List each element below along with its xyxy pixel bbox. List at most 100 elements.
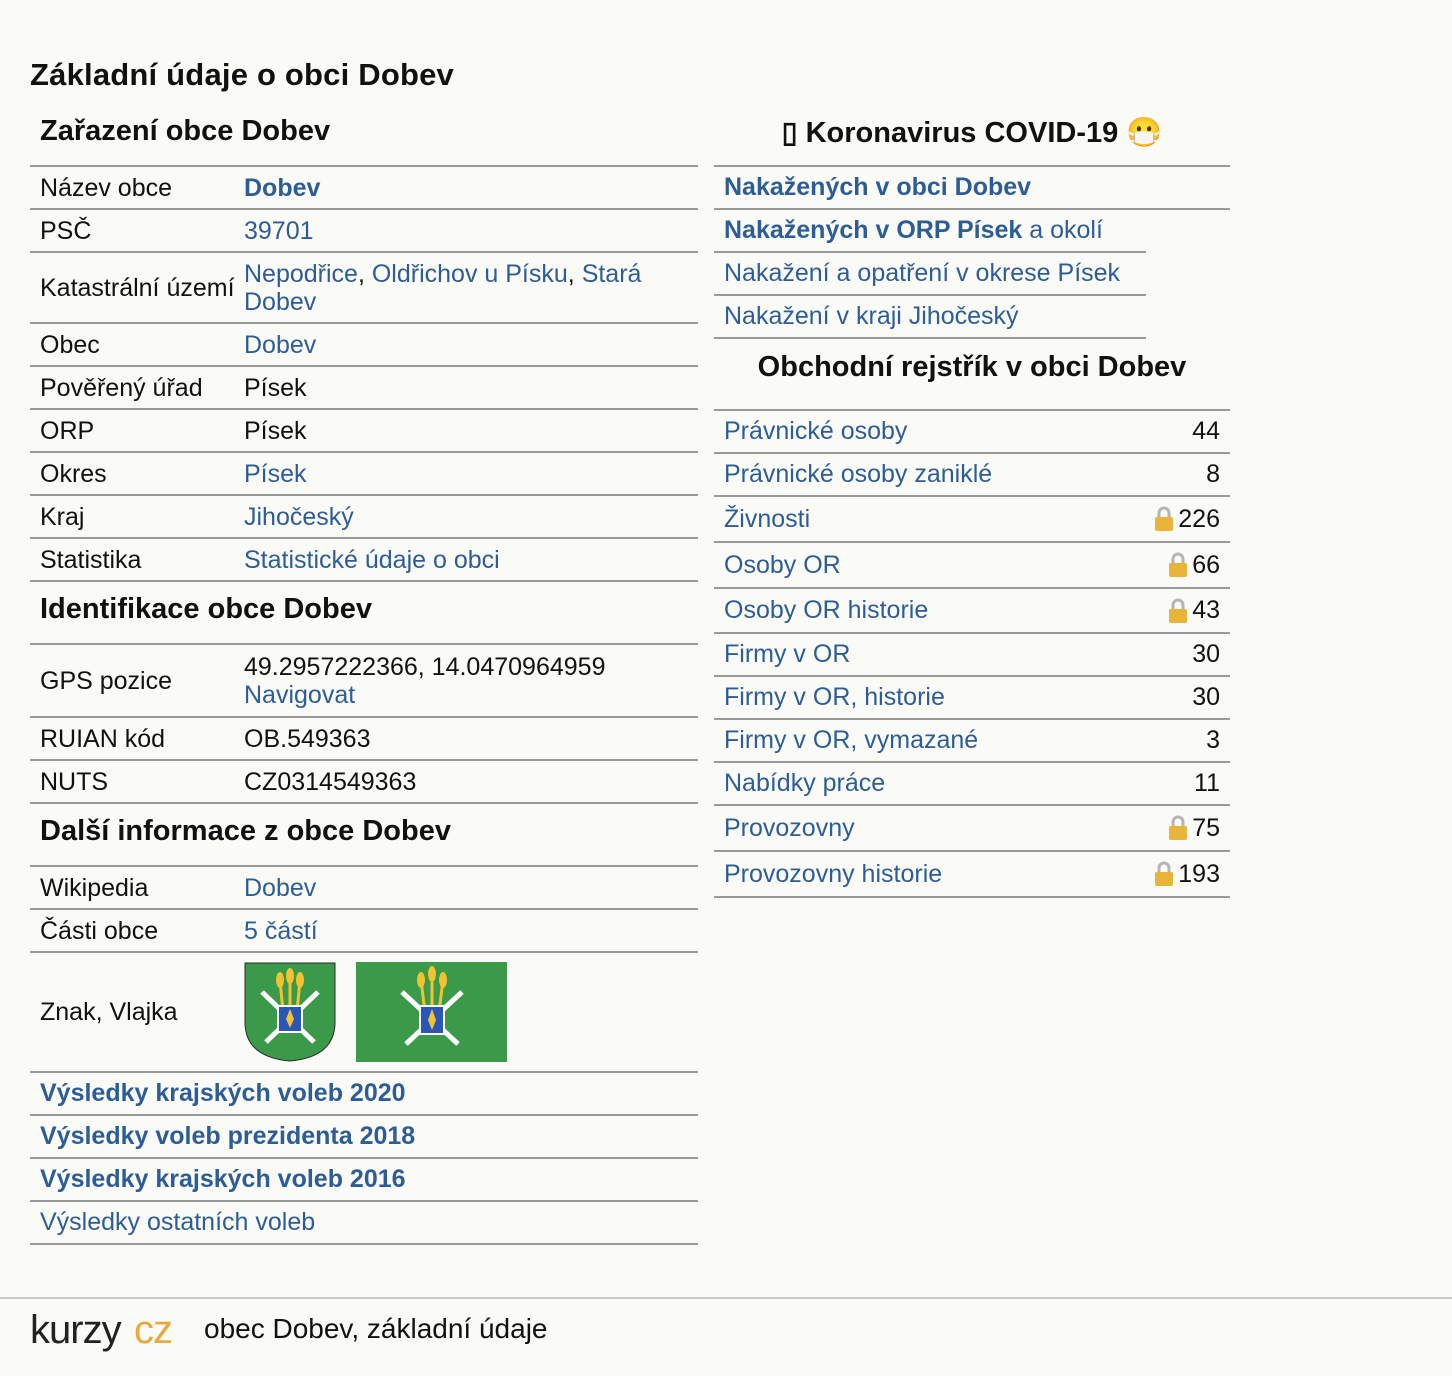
label-statistika: Statistika [40, 545, 142, 574]
link-covid-orp[interactable]: Nakažených v ORP Písek a okolí [724, 216, 1103, 245]
row-obec: Obec Dobev [30, 324, 698, 367]
rejstrik-value: 226 [1178, 504, 1220, 533]
value-nuts: CZ0314549363 [244, 767, 417, 796]
label-orp: ORP [40, 416, 95, 445]
row-covid-kraj: Nakažení v kraji Jihočeský [714, 296, 1146, 339]
rejstrik-link[interactable]: Právnické osoby zaniklé [724, 460, 992, 489]
svg-text:kurzy: kurzy [30, 1309, 122, 1352]
rejstrik-value: 66 [1192, 550, 1220, 579]
value-povereny-urad: Písek [244, 373, 307, 402]
link-statistika[interactable]: Statistické údaje o obci [244, 546, 500, 574]
label-obec: Obec [40, 330, 100, 359]
section-title-rejstrik: Obchodní rejstřík v obci Dobev [714, 339, 1230, 411]
row-covid-obec: Nakažených v obci Dobev [714, 167, 1230, 210]
rejstrik-value: 44 [1192, 417, 1220, 445]
rejstrik-row: Nabídky práce 11 [714, 763, 1230, 806]
rejstrik-count: 75 [1168, 814, 1220, 843]
row-orp: ORP Písek [30, 410, 698, 453]
label-povereny-urad: Pověřený úřad [40, 373, 203, 402]
link-volby-ostatni[interactable]: Výsledky ostatních voleb [40, 1208, 315, 1236]
rejstrik-row: Živnosti 226 [714, 497, 1230, 543]
link-obec[interactable]: Dobev [244, 331, 316, 359]
label-ruian: RUIAN kód [40, 724, 166, 753]
rejstrik-count: 226 [1154, 505, 1220, 534]
link-katastr-nepodrice[interactable]: Nepodřice [244, 260, 358, 288]
link-okres[interactable]: Písek [244, 460, 307, 488]
rejstrik-link[interactable]: Nabídky práce [724, 769, 885, 798]
right-column: ▯ Koronavirus COVID-19 😷 Nakažených v ob… [714, 110, 1230, 898]
rejstrik-value: 30 [1192, 683, 1220, 711]
link-kraj[interactable]: Jihočeský [244, 503, 354, 531]
row-covid-orp: Nakažených v ORP Písek a okolí [714, 210, 1146, 253]
rejstrik-value: 43 [1192, 596, 1220, 624]
rejstrik-value: 8 [1206, 460, 1220, 488]
rejstrik-count: 8 [1206, 460, 1220, 489]
flag-image[interactable] [356, 962, 507, 1062]
rejstrik-row: Firmy v OR, historie 30 [714, 677, 1230, 720]
missing-glyph-icon: ▯ [781, 117, 798, 149]
svg-text:cz: cz [134, 1309, 172, 1352]
link-covid-kraj[interactable]: Nakažení v kraji Jihočeský [724, 302, 1019, 331]
rejstrik-value: 3 [1206, 726, 1220, 754]
link-volby-kraj-2016[interactable]: Výsledky krajských voleb 2016 [40, 1165, 406, 1193]
label-kraj: Kraj [40, 502, 85, 531]
face-mask-icon: 😷 [1126, 117, 1163, 149]
row-nazev-obce: Název obce Dobev [30, 167, 698, 210]
section-title-zarazeni: Zařazení obce Dobev [30, 110, 698, 167]
link-covid-obec[interactable]: Nakažených v obci Dobev [724, 173, 1031, 202]
coat-of-arms-image[interactable] [244, 962, 336, 1062]
page-title: Základní údaje o obci Dobev [30, 57, 454, 92]
section-title-dalsi: Další informace z obce Dobev [30, 804, 698, 867]
link-casti-obce[interactable]: 5 částí [244, 917, 318, 945]
rejstrik-link[interactable]: Osoby OR historie [724, 596, 928, 625]
rejstrik-link[interactable]: Firmy v OR, vymazané [724, 726, 978, 755]
link-covid-okres[interactable]: Nakažení a opatření v okrese Písek [724, 259, 1120, 288]
rejstrik-row: Firmy v OR 30 [714, 634, 1230, 677]
link-wikipedia[interactable]: Dobev [244, 874, 316, 902]
label-nazev-obce: Název obce [40, 173, 173, 202]
link-volby-kraj-2020[interactable]: Výsledky krajských voleb 2020 [40, 1079, 406, 1107]
rejstrik-link[interactable]: Provozovny historie [724, 860, 942, 889]
row-okres: Okres Písek [30, 453, 698, 496]
row-volby-ostatni: Výsledky ostatních voleb [30, 1202, 698, 1245]
rejstrik-count: 11 [1194, 769, 1220, 798]
rejstrik-row: Osoby OR historie 43 [714, 589, 1230, 634]
rejstrik-link[interactable]: Osoby OR [724, 551, 841, 580]
row-volby-prezident-2018: Výsledky voleb prezidenta 2018 [30, 1116, 698, 1159]
row-volby-kraj-2016: Výsledky krajských voleb 2016 [30, 1159, 698, 1202]
rejstrik-row: Firmy v OR, vymazané 3 [714, 720, 1230, 763]
link-navigovat[interactable]: Navigovat [244, 681, 355, 709]
link-katastr-oldrichov[interactable]: Oldřichov u Písku [372, 260, 568, 288]
rejstrik-link[interactable]: Právnické osoby [724, 417, 907, 446]
label-okres: Okres [40, 459, 107, 488]
rejstrik-link[interactable]: Živnosti [724, 505, 810, 534]
label-znak-vlajka: Znak, Vlajka [40, 998, 178, 1026]
label-katastralni-uzemi: Katastrální území [40, 273, 235, 302]
value-gps: 49.2957222366, 14.0470964959 [244, 652, 606, 681]
lock-icon [1155, 861, 1174, 886]
rejstrik-value: 193 [1178, 859, 1220, 888]
lock-icon [1169, 598, 1188, 623]
rejstrik-list: Právnické osoby 44 Právnické osoby zaniklé… [714, 411, 1230, 898]
label-nuts: NUTS [40, 767, 109, 796]
covid-section-title: ▯ Koronavirus COVID-19 😷 [714, 110, 1230, 167]
rejstrik-row: Právnické osoby zaniklé 8 [714, 454, 1230, 497]
rejstrik-link[interactable]: Firmy v OR [724, 640, 850, 669]
rejstrik-value: 11 [1194, 769, 1220, 797]
rejstrik-row: Provozovny historie 193 [714, 852, 1230, 898]
rejstrik-count: 66 [1168, 551, 1220, 580]
row-casti-obce: Části obce 5 částí [30, 910, 698, 953]
link-psc[interactable]: 39701 [244, 217, 314, 245]
rejstrik-link[interactable]: Firmy v OR, historie [724, 683, 945, 712]
rejstrik-count: 44 [1192, 417, 1220, 446]
rejstrik-value: 30 [1192, 640, 1220, 668]
kurzy-cz-logo[interactable]: kurzy cz [30, 1309, 186, 1353]
link-nazev-obce[interactable]: Dobev [244, 174, 320, 202]
row-psc: PSČ 39701 [30, 210, 698, 253]
left-column: Zařazení obce Dobev Název obce Dobev PSČ… [30, 110, 698, 1245]
rejstrik-link[interactable]: Provozovny [724, 814, 855, 843]
section-title-identifikace: Identifikace obce Dobev [30, 582, 698, 645]
rejstrik-count: 30 [1192, 683, 1220, 712]
link-volby-prezident-2018[interactable]: Výsledky voleb prezidenta 2018 [40, 1122, 415, 1150]
value-ruian: OB.549363 [244, 724, 371, 753]
